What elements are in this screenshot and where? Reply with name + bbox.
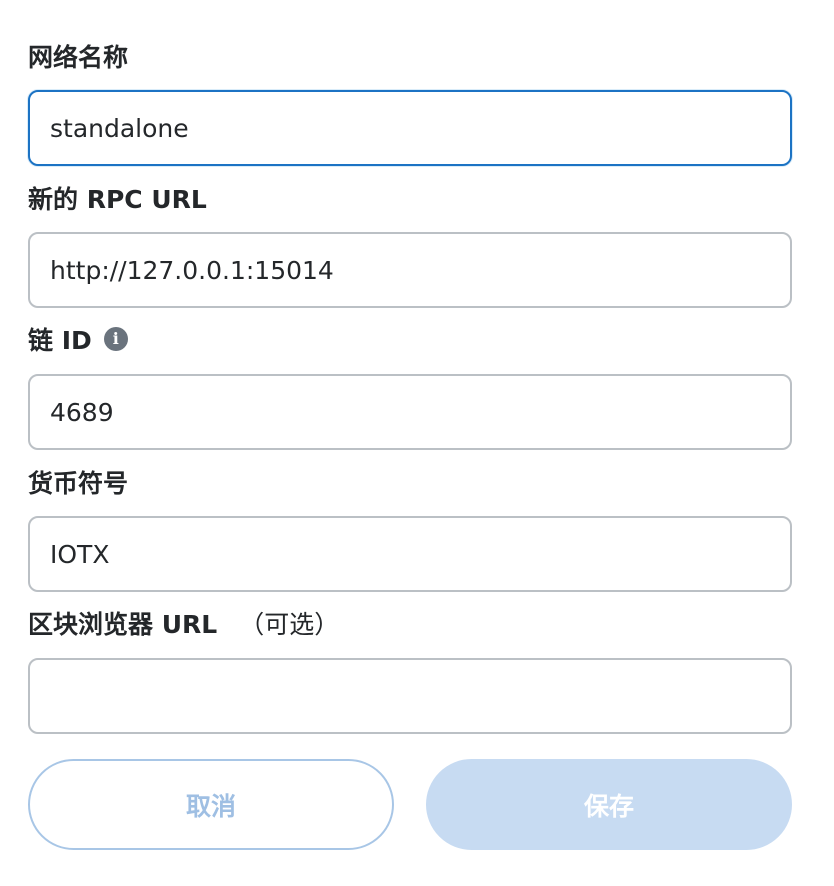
block-explorer-input[interactable] [28, 658, 792, 734]
chain-id-label: 链 ID i [28, 324, 128, 355]
save-button[interactable]: 保存 [426, 759, 792, 850]
chain-id-input[interactable] [28, 374, 792, 450]
network-name-label-text: 网络名称 [28, 43, 129, 72]
rpc-url-input[interactable] [28, 232, 792, 308]
rpc-url-label: 新的 RPC URL [28, 183, 207, 214]
currency-symbol-label-text: 货币符号 [28, 469, 129, 498]
info-icon[interactable]: i [103, 327, 128, 351]
chain-id-label-text: 链 ID [28, 326, 92, 355]
optional-tag: （可选） [239, 610, 340, 639]
network-name-label: 网络名称 [28, 41, 129, 72]
rpc-url-label-text: 新的 RPC URL [28, 185, 207, 214]
currency-symbol-label: 货币符号 [28, 467, 129, 498]
network-name-input[interactable] [28, 90, 792, 166]
cancel-button[interactable]: 取消 [28, 759, 394, 850]
currency-symbol-input[interactable] [28, 516, 792, 592]
block-explorer-label: 区块浏览器 URL （可选） [28, 608, 340, 639]
block-explorer-label-text: 区块浏览器 URL [28, 610, 218, 639]
